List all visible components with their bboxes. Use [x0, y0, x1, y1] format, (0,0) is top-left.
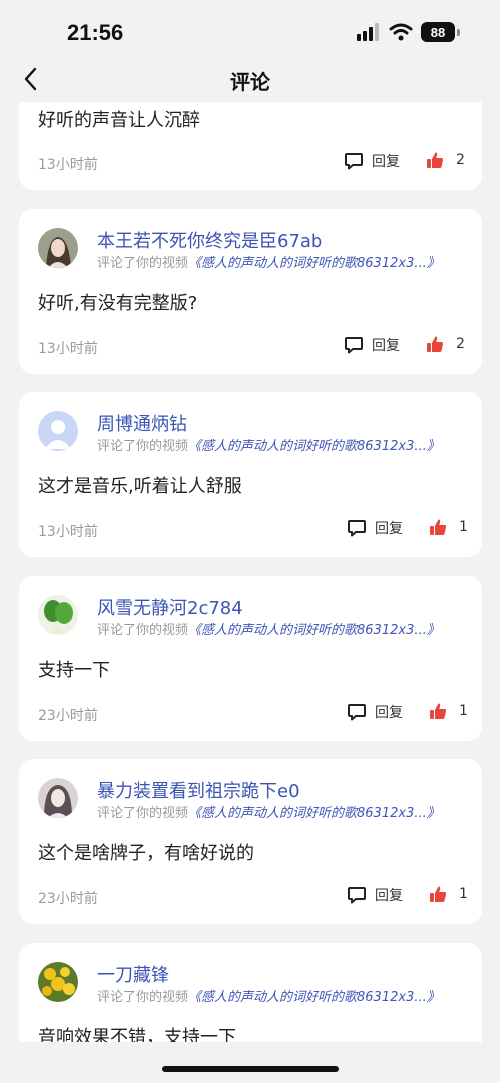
comment-list[interactable]: 好听的声音让人沉醉 13小时前 回复 2 本王若不死你终究是臣67ab 评论了你…: [19, 102, 482, 1042]
like-count: 2: [456, 152, 465, 168]
battery-tip: [457, 28, 460, 36]
comment-time: 13小时前: [38, 341, 98, 357]
comment-time: 23小时前: [38, 891, 98, 907]
like-count: 1: [459, 519, 468, 535]
username[interactable]: 暴力装置看到祖宗跪下e0: [97, 777, 300, 803]
comment-time: 13小时前: [38, 157, 98, 173]
thumbs-up-icon: [427, 152, 444, 168]
activity-line: 评论了你的视频《感人的声动人的词好听的歌86312x3...》: [97, 802, 440, 821]
like-count: 1: [459, 703, 468, 719]
reply-button[interactable]: 回复: [347, 885, 403, 905]
cellular-signal-icon: [357, 23, 379, 41]
username[interactable]: 周博通炳钻: [97, 410, 187, 436]
comment-text: 好听,有没有完整版?: [38, 293, 198, 314]
user-avatar[interactable]: [38, 228, 78, 268]
reply-label: 回复: [372, 338, 400, 354]
comment-card: 好听的声音让人沉醉 13小时前 回复 2: [19, 102, 482, 190]
video-title-link[interactable]: 《感人的声动人的词好听的歌86312x3...》: [188, 256, 440, 271]
like-button[interactable]: 1: [429, 518, 468, 536]
yellow-flowers-avatar-icon: [38, 962, 78, 1002]
comment-card: 暴力装置看到祖宗跪下e0 评论了你的视频《感人的声动人的词好听的歌86312x3…: [19, 759, 482, 924]
like-button[interactable]: 1: [429, 702, 468, 720]
comment-text: 这个是啥牌子，有啥好说的: [38, 843, 254, 864]
home-indicator[interactable]: [162, 1066, 339, 1072]
username[interactable]: 风雪无静河2c784: [97, 594, 243, 620]
activity-prefix: 评论了你的视频: [97, 806, 189, 821]
reply-button[interactable]: 回复: [344, 151, 400, 171]
user-avatar[interactable]: [38, 411, 78, 451]
username[interactable]: 本王若不死你终究是臣67ab: [97, 227, 322, 253]
status-icons: 88: [357, 22, 460, 42]
illustrated-portrait-avatar-icon: [38, 778, 78, 818]
thumbs-up-icon: [430, 519, 447, 535]
video-title-link[interactable]: 《感人的声动人的词好听的歌86312x3...》: [188, 623, 440, 638]
activity-line: 评论了你的视频《感人的声动人的词好听的歌86312x3...》: [97, 619, 440, 638]
like-count: 1: [459, 886, 468, 902]
nav-bar: 评论: [0, 62, 500, 96]
activity-line: 评论了你的视频《感人的声动人的词好听的歌86312x3...》: [97, 986, 440, 1005]
user-avatar[interactable]: [38, 962, 78, 1002]
user-avatar[interactable]: [38, 595, 78, 635]
status-time: 21:56: [67, 20, 124, 45]
video-title-link[interactable]: 《感人的声动人的词好听的歌86312x3...》: [188, 990, 440, 1005]
comment-bubble-icon: [345, 337, 363, 354]
comment-bubble-icon: [345, 153, 363, 170]
comment-card: 一刀藏锋 评论了你的视频《感人的声动人的词好听的歌86312x3...》 音响效…: [19, 943, 482, 1042]
reply-label: 回复: [375, 888, 403, 904]
default-user-avatar-icon: [38, 411, 78, 451]
comment-text: 好听的声音让人沉醉: [38, 110, 200, 131]
like-button[interactable]: 2: [426, 151, 465, 169]
like-count: 2: [456, 336, 465, 352]
activity-line: 评论了你的视频《感人的声动人的词好听的歌86312x3...》: [97, 252, 440, 271]
comment-card: 风雪无静河2c784 评论了你的视频《感人的声动人的词好听的歌86312x3..…: [19, 576, 482, 741]
comment-bubble-icon: [348, 520, 366, 537]
like-button[interactable]: 2: [426, 335, 465, 353]
wifi-icon: [389, 23, 413, 41]
video-title-link[interactable]: 《感人的声动人的词好听的歌86312x3...》: [188, 439, 440, 454]
comment-time: 23小时前: [38, 708, 98, 724]
thumbs-up-icon: [430, 703, 447, 719]
comment-card: 本王若不死你终究是臣67ab 评论了你的视频《感人的声动人的词好听的歌86312…: [19, 209, 482, 374]
comment-text: 这才是音乐,听着让人舒服: [38, 476, 242, 497]
activity-prefix: 评论了你的视频: [97, 990, 189, 1005]
video-title-link[interactable]: 《感人的声动人的词好听的歌86312x3...》: [188, 806, 440, 821]
comment-card: 周博通炳钻 评论了你的视频《感人的声动人的词好听的歌86312x3...》 这才…: [19, 392, 482, 557]
reply-button[interactable]: 回复: [347, 518, 403, 538]
username[interactable]: 一刀藏锋: [97, 961, 169, 987]
reply-label: 回复: [372, 154, 400, 170]
comment-bubble-icon: [348, 704, 366, 721]
bok-choy-avatar-icon: [38, 595, 78, 635]
activity-prefix: 评论了你的视频: [97, 439, 189, 454]
thumbs-up-icon: [430, 886, 447, 902]
comment-time: 13小时前: [38, 524, 98, 540]
activity-prefix: 评论了你的视频: [97, 623, 189, 638]
reply-label: 回复: [375, 705, 403, 721]
reply-label: 回复: [375, 521, 403, 537]
comment-text: 音响效果不错，支持一下: [38, 1027, 236, 1042]
comment-text: 支持一下: [38, 660, 110, 681]
battery-icon: 88: [421, 22, 455, 42]
status-bar: 21:56 88: [0, 0, 500, 62]
user-avatar[interactable]: [38, 778, 78, 818]
reply-button[interactable]: 回复: [347, 702, 403, 722]
activity-line: 评论了你的视频《感人的声动人的词好听的歌86312x3...》: [97, 435, 440, 454]
portrait-avatar-icon: [38, 228, 78, 268]
reply-button[interactable]: 回复: [344, 335, 400, 355]
activity-prefix: 评论了你的视频: [97, 256, 189, 271]
like-button[interactable]: 1: [429, 885, 468, 903]
comment-bubble-icon: [348, 887, 366, 904]
thumbs-up-icon: [427, 336, 444, 352]
page-title: 评论: [230, 70, 270, 94]
